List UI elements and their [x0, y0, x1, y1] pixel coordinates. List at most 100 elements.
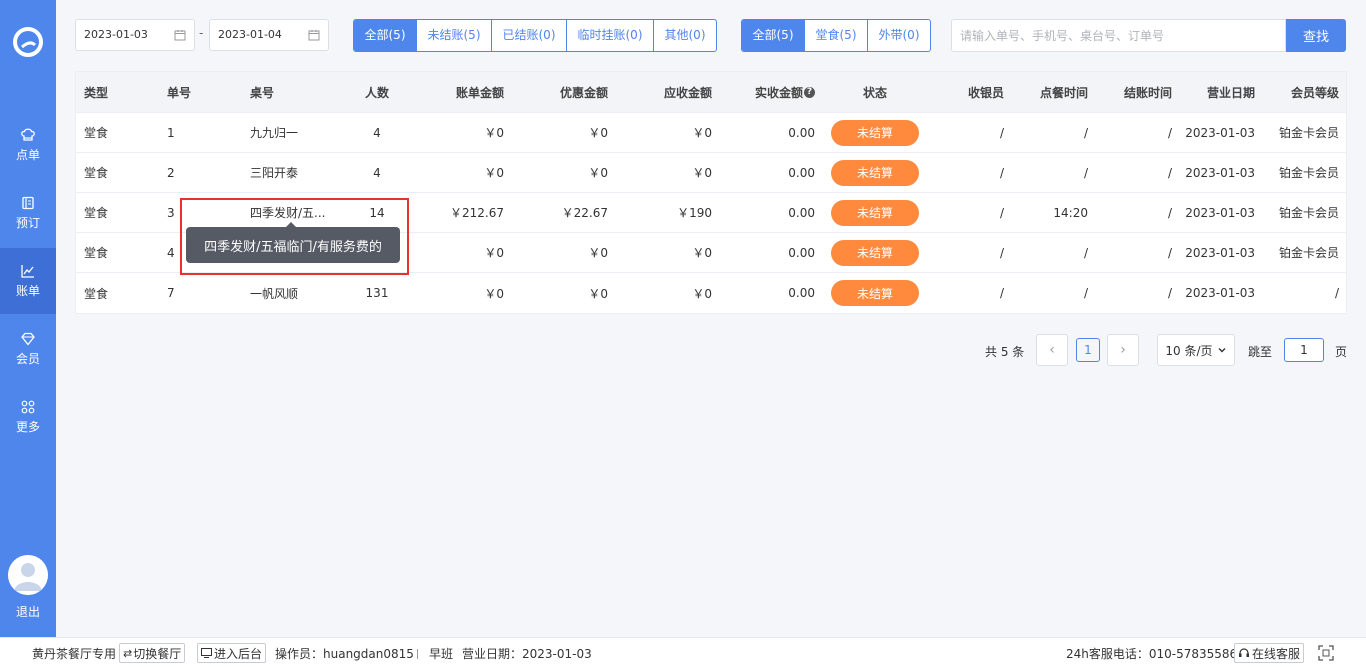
col-header-order-no: 单号	[167, 85, 192, 100]
cell-receivable: ￥0	[692, 286, 712, 301]
table-row[interactable]: 堂食 7 一帆风顺 131 ￥0 ￥0 ￥0 0.00 未结算 / / / 20…	[76, 273, 1346, 313]
online-service-button[interactable]: 在线客服	[1234, 643, 1305, 663]
page-number-button[interactable]: 1	[1076, 338, 1100, 362]
cell-order-no: 4	[167, 245, 175, 260]
sidebar: 点单 预订 账单 会员 更多 退出	[0, 0, 56, 637]
col-header-received: 实收金额 ?	[736, 72, 815, 112]
cell-order-no: 1	[167, 125, 175, 140]
jump-label: 跳至	[1248, 345, 1273, 359]
cell-order-time: /	[1083, 286, 1088, 300]
cell-business-date: 2023-01-03	[1185, 286, 1255, 300]
cell-order-time: /	[1083, 165, 1088, 180]
tab-type-dine-in[interactable]: 堂食(5)	[805, 20, 868, 51]
date-start-value: 2023-01-03	[84, 28, 148, 41]
chevron-right-icon: ›	[1120, 342, 1126, 358]
table-row[interactable]: 堂食 2 三阳开泰 4 ￥0 ￥0 ￥0 0.00 未结算 / / / 2023…	[76, 153, 1346, 193]
search-button[interactable]: 查找	[1286, 19, 1346, 52]
switch-restaurant-button[interactable]: ⇄ 切换餐厅	[119, 643, 186, 663]
cell-order-no: 7	[167, 286, 175, 300]
sidebar-item-reservation[interactable]: 预订	[0, 180, 56, 246]
date-start-input[interactable]: 2023-01-03	[75, 19, 195, 51]
user-avatar-icon	[8, 555, 48, 595]
cell-checkout-time: /	[1167, 205, 1172, 220]
cell-checkout-time: /	[1167, 165, 1172, 180]
cell-type: 堂食	[84, 206, 109, 220]
chevron-left-icon: ‹	[1049, 342, 1055, 358]
cell-discount: ￥0	[588, 286, 608, 301]
avatar[interactable]	[8, 555, 48, 595]
chart-icon	[21, 265, 34, 278]
cell-received: 0.00	[788, 245, 815, 260]
next-page-button[interactable]: ›	[1107, 334, 1139, 366]
cell-order-no: 2	[167, 165, 175, 180]
col-header-business-date: 营业日期	[1206, 85, 1255, 100]
tab-status-temp-credit[interactable]: 临时挂账(0)	[567, 20, 654, 51]
status-badge[interactable]: 未结算	[831, 159, 919, 186]
tab-status-all[interactable]: 全部(5)	[354, 20, 417, 51]
tab-type-takeaway[interactable]: 外带(0)	[868, 20, 930, 51]
prev-page-button[interactable]: ‹	[1036, 334, 1068, 366]
fullscreen-icon[interactable]	[1318, 645, 1334, 661]
headset-icon	[1239, 648, 1249, 657]
cell-status: 未结算	[831, 233, 919, 272]
sidebar-item-order[interactable]: 点单	[0, 112, 56, 178]
col-header-table-no: 桌号	[250, 85, 275, 100]
cell-receivable: ￥0	[692, 126, 712, 140]
tab-status-other[interactable]: 其他(0)	[654, 20, 716, 51]
status-badge[interactable]: 未结算	[831, 119, 919, 146]
cell-cashier: /	[999, 245, 1004, 260]
cell-cashier: /	[999, 205, 1004, 220]
help-icon[interactable]: ?	[804, 86, 815, 98]
status-badge[interactable]: 未结算	[831, 199, 919, 226]
cell-checkout-time: /	[1167, 245, 1172, 260]
col-header-received-label: 实收金额	[754, 85, 803, 100]
table-row[interactable]: 堂食 1 九九归一 4 ￥0 ￥0 ￥0 0.00 未结算 / / / 2023…	[76, 113, 1346, 153]
cell-table-no: 三阳开泰	[250, 166, 299, 180]
col-header-guests: 人数	[364, 85, 389, 100]
col-header-bill-amount: 账单金额	[455, 85, 504, 100]
cell-bill-amount: ￥0	[484, 286, 504, 301]
col-header-type: 类型	[84, 85, 109, 100]
cell-member-level: 铂金卡会员	[1278, 166, 1339, 180]
restaurant-name: 黄丹茶餐厅专用	[32, 646, 117, 661]
tab-type-all[interactable]: 全部(5)	[742, 20, 805, 51]
business-date-info: 营业日期：2023-01-03	[462, 646, 592, 661]
sidebar-item-label: 更多	[15, 420, 40, 434]
col-header-cashier: 收银员	[967, 85, 1004, 100]
page-size-value: 10 条/页	[1165, 343, 1213, 358]
cell-received: 0.00	[788, 205, 815, 220]
cell-type: 堂食	[84, 166, 109, 180]
jump-page-input[interactable]	[1284, 338, 1324, 362]
cell-discount: ￥0	[588, 246, 608, 260]
sidebar-item-label: 点单	[15, 148, 40, 162]
cell-member-level: /	[1334, 286, 1339, 300]
chevron-down-icon	[1218, 348, 1226, 353]
cell-member-level: 铂金卡会员	[1278, 126, 1339, 140]
tab-status-unsettled[interactable]: 未结账(5)	[417, 20, 492, 51]
sidebar-item-bills[interactable]: 账单	[0, 248, 56, 314]
jump-unit: 页	[1335, 345, 1348, 359]
status-badge[interactable]: 未结算	[831, 239, 919, 266]
logout-button[interactable]: 退出	[0, 603, 56, 620]
cell-business-date: 2023-01-03	[1185, 165, 1255, 180]
sidebar-item-label: 会员	[15, 352, 40, 366]
date-end-input[interactable]: 2023-01-04	[209, 19, 329, 51]
cell-bill-amount: ￥0	[484, 166, 504, 180]
sidebar-item-more[interactable]: 更多	[0, 384, 56, 450]
cell-table-no: 九九归一	[250, 126, 299, 140]
cell-order-time: /	[1083, 245, 1088, 260]
status-filter-tabs: 全部(5) 未结账(5) 已结账(0) 临时挂账(0) 其他(0)	[353, 19, 717, 52]
cell-status: 未结算	[831, 153, 919, 192]
tab-status-settled[interactable]: 已结账(0)	[492, 20, 567, 51]
sidebar-item-members[interactable]: 会员	[0, 316, 56, 382]
cell-discount: ￥0	[588, 126, 608, 140]
hotline-info: 24h客服电话：010-57835586	[1066, 646, 1238, 661]
cell-order-no: 3	[167, 205, 175, 220]
enter-backend-button[interactable]: 进入后台	[197, 643, 267, 663]
search-input[interactable]	[951, 19, 1286, 52]
status-badge[interactable]: 未结算	[831, 280, 919, 306]
cell-type: 堂食	[84, 126, 109, 140]
page-size-select[interactable]: 10 条/页	[1157, 334, 1235, 366]
date-range-separator: -	[199, 26, 204, 40]
type-filter-tabs: 全部(5) 堂食(5) 外带(0)	[741, 19, 931, 52]
